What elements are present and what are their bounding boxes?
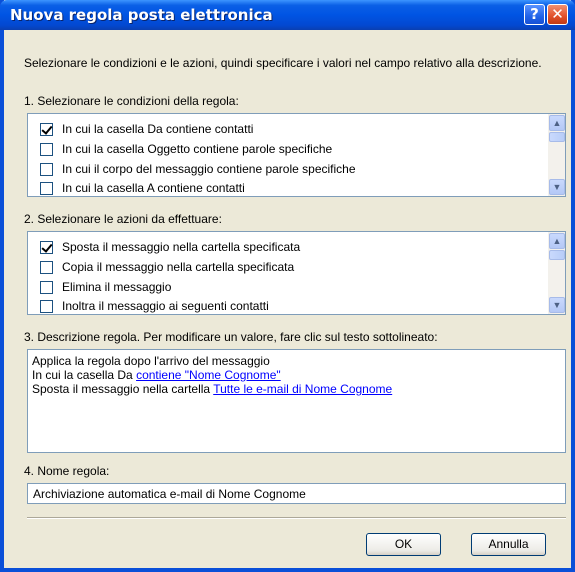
separator — [27, 517, 566, 519]
condition-label: In cui la casella Oggetto contiene parol… — [62, 142, 333, 156]
actions-scrollbar[interactable]: ▲ ▼ — [548, 232, 565, 314]
action-label: Sposta il messaggio nella cartella speci… — [62, 240, 301, 254]
action-item[interactable]: Elimina il messaggio — [40, 278, 171, 296]
rule-dialog: Nuova regola posta elettronica ? ✕ Selez… — [0, 0, 575, 572]
action-label: Copia il messaggio nella cartella specif… — [62, 260, 295, 274]
dialog-title: Nuova regola posta elettronica — [10, 6, 273, 24]
condition-label: In cui la casella Da contiene contatti — [62, 122, 254, 136]
condition-label: In cui il corpo del messaggio contiene p… — [62, 162, 356, 176]
description-line: In cui la casella Da contiene "Nome Cogn… — [32, 368, 561, 382]
condition-checkbox[interactable] — [40, 142, 53, 156]
scroll-down-icon[interactable]: ▼ — [549, 297, 565, 313]
description-text: In cui la casella Da — [32, 368, 137, 382]
description-line: Applica la regola dopo l'arrivo del mess… — [32, 354, 270, 368]
action-checkbox[interactable] — [40, 240, 53, 254]
scroll-thumb[interactable] — [549, 250, 565, 260]
scroll-thumb[interactable] — [549, 132, 565, 142]
close-button[interactable]: ✕ — [547, 4, 568, 25]
rule-name-input[interactable]: Archiviazione automatica e-mail di Nome … — [27, 483, 566, 504]
condition-item[interactable]: In cui la casella Oggetto contiene parol… — [40, 140, 332, 158]
conditions-scrollbar[interactable]: ▲ ▼ — [548, 114, 565, 196]
rule-description-box: Applica la regola dopo l'arrivo del mess… — [27, 349, 566, 453]
intro-text: Selezionare le condizioni e le azioni, q… — [24, 56, 542, 70]
sender-condition-link[interactable]: contiene "Nome Cognome" — [136, 368, 281, 382]
condition-label: In cui la casella A contiene contatti — [62, 181, 245, 195]
description-heading: 3. Descrizione regola. Per modificare un… — [24, 330, 438, 344]
actions-list[interactable]: Sposta il messaggio nella cartella speci… — [27, 231, 566, 315]
target-folder-link[interactable]: Tutte le e-mail di Nome Cognome — [213, 382, 392, 396]
action-checkbox[interactable] — [40, 260, 53, 274]
condition-item[interactable]: In cui il corpo del messaggio contiene p… — [40, 160, 356, 178]
actions-heading: 2. Selezionare le azioni da effettuare: — [24, 212, 222, 226]
condition-checkbox[interactable] — [40, 122, 53, 136]
scroll-down-icon[interactable]: ▼ — [549, 179, 565, 195]
action-label: Elimina il messaggio — [62, 280, 172, 294]
title-bar[interactable]: Nuova regola posta elettronica ? ✕ — [0, 0, 575, 30]
description-line: Sposta il messaggio nella cartella Tutte… — [32, 382, 561, 396]
action-label: Inoltra il messaggio ai seguenti contatt… — [62, 299, 269, 313]
scroll-up-icon[interactable]: ▲ — [549, 115, 565, 131]
scroll-up-icon[interactable]: ▲ — [549, 233, 565, 249]
condition-checkbox[interactable] — [40, 181, 53, 195]
action-item[interactable]: Copia il messaggio nella cartella specif… — [40, 258, 294, 276]
condition-item[interactable]: In cui la casella Da contiene contatti — [40, 120, 253, 138]
help-button[interactable]: ? — [524, 4, 545, 25]
ok-button[interactable]: OK — [366, 533, 441, 556]
action-item[interactable]: Inoltra il messaggio ai seguenti contatt… — [40, 297, 269, 315]
cancel-button[interactable]: Annulla — [471, 533, 546, 556]
description-text: Sposta il messaggio nella cartella — [32, 382, 214, 396]
action-checkbox[interactable] — [40, 280, 53, 294]
condition-checkbox[interactable] — [40, 162, 53, 176]
condition-item[interactable]: In cui la casella A contiene contatti — [40, 179, 245, 197]
conditions-list[interactable]: In cui la casella Da contiene contatti I… — [27, 113, 566, 197]
action-checkbox[interactable] — [40, 299, 53, 313]
rule-name-heading: 4. Nome regola: — [24, 464, 110, 478]
action-item[interactable]: Sposta il messaggio nella cartella speci… — [40, 238, 300, 256]
conditions-heading: 1. Selezionare le condizioni della regol… — [24, 94, 239, 108]
